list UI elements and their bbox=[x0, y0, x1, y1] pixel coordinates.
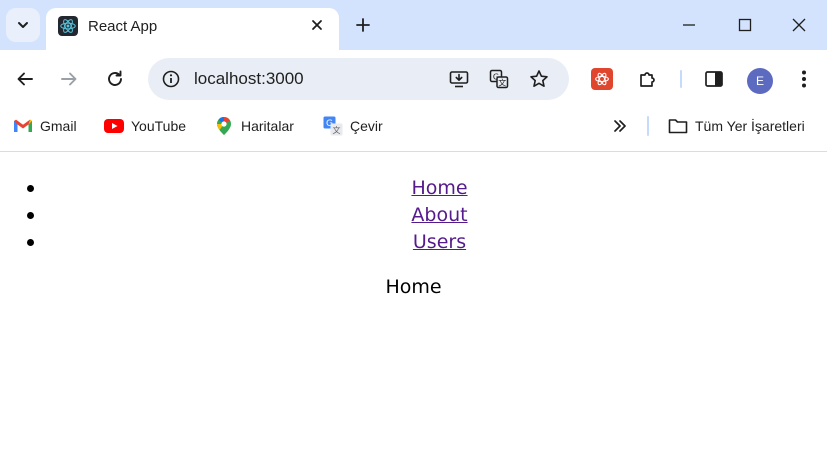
bookmark-translate[interactable]: G文 Çevir bbox=[323, 108, 383, 144]
reload-button[interactable] bbox=[99, 63, 131, 95]
site-info-button[interactable] bbox=[156, 64, 186, 94]
gmail-icon bbox=[13, 116, 33, 136]
translate-icon: G文 bbox=[323, 116, 343, 136]
nav-link-about[interactable]: About bbox=[411, 204, 467, 226]
side-panel-button[interactable] bbox=[698, 63, 730, 95]
svg-text:文: 文 bbox=[498, 78, 506, 88]
side-panel-icon bbox=[705, 71, 723, 87]
close-icon bbox=[792, 18, 806, 32]
new-tab-button[interactable] bbox=[348, 10, 378, 40]
all-bookmarks-button[interactable]: Tüm Yer İşaretleri bbox=[668, 108, 805, 144]
puzzle-icon bbox=[640, 72, 655, 87]
arrow-right-icon bbox=[61, 72, 77, 86]
translate-page-button[interactable]: G文 bbox=[484, 64, 514, 94]
maps-icon bbox=[214, 116, 234, 136]
profile-avatar[interactable]: E bbox=[747, 68, 773, 94]
browser-toolbar: localhost:3000 G文 E bbox=[0, 50, 827, 108]
react-logo-icon bbox=[58, 16, 78, 36]
close-window-button[interactable] bbox=[771, 0, 827, 50]
bookmark-label: Haritalar bbox=[241, 118, 294, 134]
page-heading: Home bbox=[385, 276, 442, 298]
extensions-menu-button[interactable] bbox=[632, 63, 664, 95]
more-bookmarks-button[interactable] bbox=[608, 114, 632, 138]
close-icon bbox=[312, 20, 322, 30]
install-app-button[interactable] bbox=[444, 64, 474, 94]
tab-title: React App bbox=[88, 18, 158, 35]
youtube-icon bbox=[104, 116, 124, 136]
bookmark-label: YouTube bbox=[131, 118, 187, 134]
double-chevron-right-icon bbox=[614, 120, 626, 132]
extension-button[interactable] bbox=[586, 63, 618, 95]
forward-button[interactable] bbox=[53, 63, 85, 95]
all-bookmarks-label: Tüm Yer İşaretleri bbox=[695, 118, 805, 134]
maximize-button[interactable] bbox=[717, 0, 773, 50]
address-bar[interactable]: localhost:3000 G文 bbox=[148, 58, 569, 100]
tab-search-button[interactable] bbox=[6, 8, 40, 42]
close-tab-button[interactable] bbox=[306, 14, 328, 36]
folder-icon bbox=[668, 116, 688, 136]
nav-item-home: Home bbox=[0, 175, 827, 202]
page-content: Home About Users Home bbox=[0, 152, 827, 457]
star-icon bbox=[530, 70, 548, 87]
reload-icon bbox=[108, 70, 122, 86]
list-bullet bbox=[27, 185, 34, 192]
bookmark-label: Çevir bbox=[350, 118, 383, 134]
more-vert-icon bbox=[802, 70, 806, 88]
active-tab[interactable]: React App bbox=[46, 8, 339, 50]
translate-icon: G文 bbox=[489, 69, 509, 89]
toolbar-divider bbox=[680, 70, 682, 88]
nav-item-users: Users bbox=[0, 229, 827, 256]
minimize-icon bbox=[683, 24, 695, 26]
bookmark-youtube[interactable]: YouTube bbox=[104, 108, 186, 144]
browser-menu-button[interactable] bbox=[788, 63, 820, 95]
bookmark-maps[interactable]: Haritalar bbox=[214, 108, 294, 144]
install-icon bbox=[449, 71, 469, 88]
bookmark-label: Gmail bbox=[40, 118, 77, 134]
arrow-left-icon bbox=[17, 72, 33, 86]
nav-item-about: About bbox=[0, 202, 827, 229]
plus-icon bbox=[356, 18, 370, 32]
nav-list: Home About Users bbox=[0, 175, 827, 256]
list-bullet bbox=[27, 212, 34, 219]
bookmark-gmail[interactable]: Gmail bbox=[13, 108, 77, 144]
bookmarks-bar: Gmail YouTube Haritalar G文 Çevir Tüm Yer… bbox=[0, 108, 827, 144]
nav-link-users[interactable]: Users bbox=[413, 231, 466, 253]
bookmark-star-button[interactable] bbox=[524, 64, 554, 94]
tab-strip: React App bbox=[0, 0, 827, 50]
back-button[interactable] bbox=[9, 63, 41, 95]
nav-link-home[interactable]: Home bbox=[411, 177, 467, 199]
react-devtools-icon bbox=[591, 68, 613, 90]
bookmarks-divider bbox=[647, 116, 649, 136]
minimize-button[interactable] bbox=[661, 0, 717, 50]
chevron-down-icon bbox=[18, 22, 28, 28]
svg-text:文: 文 bbox=[333, 125, 341, 135]
list-bullet bbox=[27, 239, 34, 246]
maximize-icon bbox=[738, 18, 752, 32]
url-text[interactable]: localhost:3000 bbox=[194, 69, 304, 89]
info-icon bbox=[162, 70, 180, 88]
